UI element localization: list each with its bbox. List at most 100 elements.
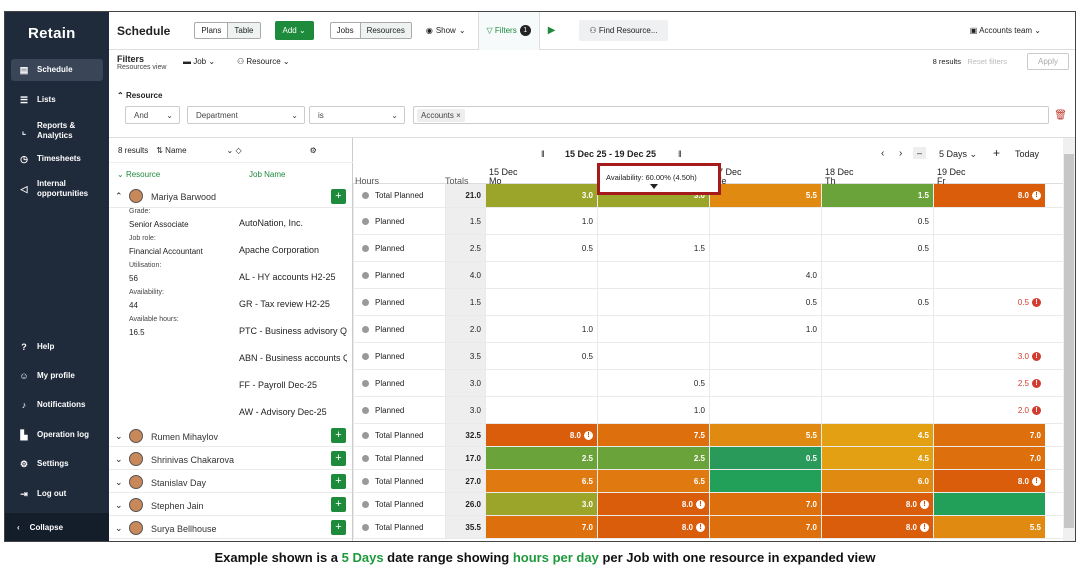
day-cell[interactable]: 4.5	[821, 424, 933, 446]
add-assignment-button[interactable]: +	[331, 520, 346, 535]
job-row[interactable]: AW - Advisory Dec-25	[109, 397, 352, 424]
job-row[interactable]: ABN - Business accounts Q4	[109, 343, 352, 370]
day-cell[interactable]: 3.0!	[933, 343, 1045, 369]
sidebar-item-log-out[interactable]: ⇥ Log out	[11, 483, 103, 505]
field-select[interactable]: Department ⌄	[187, 106, 305, 124]
day-cell[interactable]	[709, 235, 821, 261]
day-cell[interactable]	[933, 316, 1045, 342]
sidebar-item-lists[interactable]: ☰ Lists	[11, 89, 103, 111]
day-cell[interactable]: 1.0	[485, 316, 597, 342]
day-cell[interactable]: 0.5	[485, 343, 597, 369]
range-handle-right-icon[interactable]: ‖	[678, 149, 682, 159]
day-cell[interactable]	[485, 289, 597, 315]
day-cell[interactable]: 6.5	[597, 470, 709, 492]
job-row[interactable]: GR - Tax review H2-25 Availability: 44	[109, 289, 352, 316]
operator-select[interactable]: And ⌄	[125, 106, 180, 124]
day-cell[interactable]	[597, 289, 709, 315]
value-input[interactable]: Accounts ×	[413, 106, 1049, 124]
job-row[interactable]: FF - Payroll Dec-25	[109, 370, 352, 397]
day-cell[interactable]: 0.5	[709, 289, 821, 315]
day-cell[interactable]	[709, 370, 821, 396]
comparator-select[interactable]: is ⌄	[309, 106, 405, 124]
day-cell[interactable]	[821, 343, 933, 369]
job-name[interactable]: Apache Corporation	[239, 245, 319, 255]
day-cell[interactable]: 7.0	[933, 447, 1045, 469]
day-cell[interactable]: 8.0!	[485, 424, 597, 446]
day-cell[interactable]: 7.0	[709, 493, 821, 515]
day-cell[interactable]: 1.5	[821, 184, 933, 207]
day-cell[interactable]	[709, 397, 821, 423]
day-cell[interactable]: 8.0!	[821, 516, 933, 538]
job-row[interactable]: AL - HY accounts H2-25 Utilisation: 56	[109, 262, 352, 289]
vertical-scrollbar[interactable]	[1063, 138, 1075, 541]
resource-row[interactable]: ⌄ Surya Bellhouse +	[109, 516, 352, 539]
day-cell[interactable]	[821, 397, 933, 423]
sort-direction-icon[interactable]: ⌄ ◇	[227, 146, 242, 155]
team-selector[interactable]: ▣ Accounts team ⌄	[970, 26, 1041, 35]
day-cell[interactable]: 8.0!	[597, 516, 709, 538]
day-cell[interactable]: 2.5	[597, 447, 709, 469]
day-cell[interactable]	[709, 470, 821, 492]
resource-row[interactable]: ⌄ Stanislav Day +	[109, 470, 352, 493]
day-cell[interactable]	[933, 262, 1045, 288]
job-name[interactable]: FF - Payroll Dec-25	[239, 380, 317, 390]
column-resource-header[interactable]: ⌄ Resource	[117, 170, 160, 179]
day-cell[interactable]: 5.5	[933, 516, 1045, 538]
day-cell[interactable]: 7.0	[709, 516, 821, 538]
sidebar-item-schedule[interactable]: ▤ Schedule	[11, 59, 103, 81]
day-cell[interactable]: 0.5!	[933, 289, 1045, 315]
day-cell[interactable]: 6.5	[485, 470, 597, 492]
day-cell[interactable]	[933, 493, 1045, 515]
export-icon[interactable]: ▶	[548, 25, 556, 36]
day-cell[interactable]: 8.0!	[821, 493, 933, 515]
day-cell[interactable]: 0.5	[485, 235, 597, 261]
resource-name[interactable]: Surya Bellhouse	[151, 524, 217, 534]
day-cell[interactable]	[821, 262, 933, 288]
sidebar-item-internal-opportunities[interactable]: ◁ Internal opportunities	[11, 176, 103, 202]
date-range[interactable]: 15 Dec 25 - 19 Dec 25	[565, 149, 656, 159]
scrollbar-thumb[interactable]	[1064, 154, 1074, 528]
day-cell[interactable]: 3.0	[485, 493, 597, 515]
add-assignment-button[interactable]: +	[331, 497, 346, 512]
job-name[interactable]: PTC - Business advisory Q4	[239, 326, 347, 336]
day-cell[interactable]: 8.0!	[933, 184, 1045, 207]
plans-toggle[interactable]: Plans	[195, 23, 227, 38]
apply-button[interactable]: Apply	[1026, 53, 1069, 70]
sidebar-item-reports[interactable]: ⌞ Reports & Analytics	[11, 118, 103, 144]
range-handle-left-icon[interactable]: ‖	[541, 149, 545, 159]
chevron-down-icon[interactable]: ⌄	[115, 454, 123, 465]
day-cell[interactable]: 1.0	[597, 397, 709, 423]
day-cell[interactable]: 2.0!	[933, 397, 1045, 423]
day-cell[interactable]	[821, 370, 933, 396]
day-cell[interactable]: 2.5	[485, 447, 597, 469]
day-cell[interactable]: 5.5	[709, 424, 821, 446]
resource-row[interactable]: ⌄ Rumen Mihaylov +	[109, 424, 352, 447]
sort-control[interactable]: ⇅ Name	[156, 146, 186, 155]
add-assignment-button[interactable]: +	[331, 474, 346, 489]
day-cell[interactable]	[709, 208, 821, 234]
add-assignment-button[interactable]: +	[331, 451, 346, 466]
day-cell[interactable]: 8.0!	[597, 493, 709, 515]
today-button[interactable]: Today	[1015, 149, 1039, 159]
resource-name[interactable]: Stephen Jain	[151, 501, 204, 511]
job-name[interactable]: ABN - Business accounts Q4	[239, 353, 347, 363]
day-cell[interactable]	[709, 343, 821, 369]
resources-toggle[interactable]: Resources	[359, 23, 411, 38]
day-cell[interactable]: 1.5	[597, 235, 709, 261]
day-cell[interactable]: 2.5!	[933, 370, 1045, 396]
period-select[interactable]: 5 Days ⌄	[939, 149, 977, 160]
day-cell[interactable]: 0.5	[821, 289, 933, 315]
job-name[interactable]: GR - Tax review H2-25	[239, 299, 330, 309]
job-name[interactable]: AW - Advisory Dec-25	[239, 407, 327, 417]
day-cell[interactable]: 7.0	[933, 424, 1045, 446]
add-assignment-button[interactable]: +	[331, 428, 346, 443]
resource-name[interactable]: Stanislav Day	[151, 478, 206, 488]
day-cell[interactable]: 8.0!	[933, 470, 1045, 492]
add-button[interactable]: Add ⌄	[274, 21, 314, 40]
day-cell[interactable]	[485, 397, 597, 423]
day-cell[interactable]	[597, 262, 709, 288]
chevron-up-icon[interactable]: ⌃	[115, 191, 123, 202]
day-cell[interactable]	[597, 316, 709, 342]
chevron-down-icon[interactable]: ⌄	[115, 431, 123, 442]
close-icon[interactable]: ×	[456, 111, 461, 120]
